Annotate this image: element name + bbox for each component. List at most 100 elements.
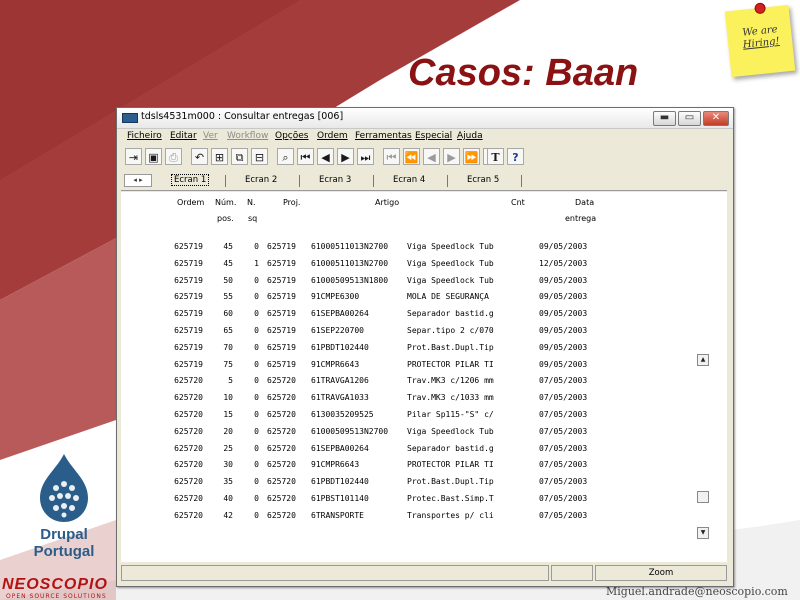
menu-especial[interactable]: Especial: [415, 131, 452, 141]
find-icon[interactable]: ⌕: [277, 148, 294, 165]
menu-ferramentas[interactable]: Ferramentas: [355, 131, 412, 141]
table-row[interactable]: 625719 65 0 625719 61SEP220700 Separ.tipo 2 c…: [121, 326, 601, 340]
minimize-button[interactable]: ▬: [653, 111, 676, 126]
cell-artigo-desc: PROTECTOR PILAR TI: [407, 359, 494, 369]
cell-artigo-code: 61PBDT102440: [311, 342, 369, 352]
cell-artigo-desc: Transportes p/ cli: [407, 510, 494, 520]
tree2-icon[interactable]: ⊟: [251, 148, 268, 165]
tab-separator: [225, 175, 226, 187]
tab-ecran-4[interactable]: Ecran 4: [393, 175, 425, 185]
cell-n-sq: 0: [254, 326, 259, 335]
menu-editar[interactable]: Editar: [170, 131, 197, 141]
table-row[interactable]: 625720 15 0 625720 6130035209525 Pilar Sp115-…: [121, 410, 601, 424]
zoom-button[interactable]: Zoom: [595, 565, 727, 581]
col-header-artigo: Artigo: [375, 198, 400, 207]
cell-artigo-desc: Viga Speedlock Tub: [407, 242, 494, 251]
first-set-icon[interactable]: ⏮: [383, 148, 400, 165]
menu-workflow[interactable]: Workflow: [227, 131, 268, 141]
menu-ordem[interactable]: Ordem: [317, 131, 348, 141]
maximize-button[interactable]: ▭: [678, 111, 701, 126]
cell-n-sq: 0: [254, 510, 259, 520]
cell-data-entrega: 09/05/2003: [539, 292, 588, 302]
cell-data-entrega: 09/05/2003: [539, 359, 588, 369]
text-icon[interactable]: T: [487, 148, 504, 165]
cell-proj: 625719: [267, 342, 296, 352]
last-record-icon[interactable]: ⏭: [357, 148, 374, 165]
table-row[interactable]: 625719 45 0 625719 61000511013N2700 Viga Spee…: [121, 242, 601, 256]
pushpin-icon: [754, 2, 767, 15]
cell-proj: 625720: [267, 376, 296, 386]
window-title: tdsls4531m000 : Consultar entregas [006]: [141, 111, 344, 122]
cell-artigo-desc: Protec.Bast.Simp.T: [407, 494, 494, 503]
scroll-up-button[interactable]: ▲: [697, 354, 709, 366]
cell-n-sq: 0: [254, 426, 259, 436]
table-row[interactable]: 625720 10 0 625720 61TRAVGA1033 Trav.MK3 c/10…: [121, 393, 601, 407]
table-row[interactable]: 625719 45 1 625719 61000511013N2700 Viga Spee…: [121, 259, 601, 273]
exit-icon[interactable]: ⇥: [125, 148, 142, 165]
undo-icon[interactable]: ↶: [191, 148, 208, 165]
tab-ecran-2[interactable]: Ecran 2: [245, 175, 277, 185]
tab-separator: [373, 175, 374, 187]
scroll-thumb[interactable]: [697, 491, 709, 503]
window-titlebar[interactable]: tdsls4531m000 : Consultar entregas [006]…: [117, 108, 733, 129]
table-row[interactable]: 625720 5 0 625720 61TRAVGA1206 Trav.MK3 c/120…: [121, 376, 601, 390]
tab-ecran-5[interactable]: Ecran 5: [467, 175, 499, 185]
print-icon[interactable]: ⎙: [165, 148, 182, 165]
cell-artigo-code: 61000511013N2700: [311, 242, 389, 251]
cell-artigo-desc: Prot.Bast.Dupl.Tip: [407, 477, 494, 487]
cell-n-sq: 0: [254, 443, 259, 453]
table-row[interactable]: 625719 75 0 625719 91CMPR6643 PROTECTOR PILAR…: [121, 360, 601, 374]
cell-artigo-code: 61SEP220700: [311, 326, 364, 335]
cell-num-pos: 20: [223, 426, 233, 436]
cell-ordem: 625720: [174, 510, 203, 520]
cell-n-sq: 0: [254, 359, 259, 369]
table-row[interactable]: 625720 30 0 625720 91CMPR6643 PROTECTOR PILAR…: [121, 460, 601, 474]
tree-icon[interactable]: ⊞: [211, 148, 228, 165]
cell-n-sq: 0: [254, 292, 259, 302]
cell-data-entrega: 07/05/2003: [539, 426, 588, 436]
cell-artigo-desc: Separ.tipo 2 c/070: [407, 326, 494, 335]
tab-ecran-3[interactable]: Ecran 3: [319, 175, 351, 185]
neoscopio-logo: NEOSCOPIO: [2, 576, 108, 593]
help-icon[interactable]: ?: [507, 148, 524, 165]
table-row[interactable]: 625720 40 0 625720 61PBST101140 Protec.Bast.S…: [121, 494, 601, 508]
table-row[interactable]: 625720 20 0 625720 61000509513N2700 Viga Spee…: [121, 427, 601, 441]
save-icon[interactable]: ▣: [145, 148, 162, 165]
next-set-icon[interactable]: ⏩: [463, 148, 480, 165]
status-bar: Zoom: [121, 565, 727, 581]
scroll-down-button[interactable]: ▼: [697, 527, 709, 539]
cell-artigo-desc: Viga Speedlock Tub: [407, 275, 494, 285]
copy-icon[interactable]: ⧉: [231, 148, 248, 165]
toolbar: ⇥ ▣ ⎙ ↶ ⊞ ⧉ ⊟ ⌕ ⏮ ◀ ▶ ⏭ ⏮ ⏪ ◀ ▶ ⏩ ⏭ T ?: [121, 146, 729, 168]
tab-ecran-1[interactable]: Ecran 1: [171, 174, 210, 186]
next-record-icon[interactable]: ▶: [337, 148, 354, 165]
menu-ver[interactable]: Ver: [203, 131, 218, 141]
cell-proj: 625719: [267, 242, 296, 251]
table-row[interactable]: 625719 60 0 625719 61SEPBA00264 Separador bas…: [121, 309, 601, 323]
tab-scroll-arrows[interactable]: ◂ ▸: [124, 174, 152, 187]
table-row[interactable]: 625719 70 0 625719 61PBDT102440 Prot.Bast.Dup…: [121, 343, 601, 357]
table-row[interactable]: 625719 55 0 625719 91CMPE6300 MOLA DE SEGURAN…: [121, 292, 601, 306]
next-page-icon[interactable]: ▶: [443, 148, 460, 165]
neoscopio-tagline: OPEN SOURCE SOLUTIONS: [6, 593, 107, 600]
prev-record-icon[interactable]: ◀: [317, 148, 334, 165]
table-row[interactable]: 625719 50 0 625719 61000509513N1800 Viga Spee…: [121, 276, 601, 290]
close-button[interactable]: ✕: [703, 111, 729, 126]
cell-ordem: 625719: [174, 292, 203, 302]
cell-n-sq: 0: [254, 410, 259, 419]
prev-set-icon[interactable]: ⏪: [403, 148, 420, 165]
cell-proj: 625720: [267, 393, 296, 403]
cell-artigo-code: 61TRAVGA1033: [311, 393, 369, 403]
menu-opcoes[interactable]: Opções: [275, 131, 308, 141]
menu-ficheiro[interactable]: Ficheiro: [127, 131, 162, 141]
menu-ajuda[interactable]: Ajuda: [457, 131, 483, 141]
cell-artigo-code: 61000511013N2700: [311, 258, 389, 268]
table-row[interactable]: 625720 42 0 625720 6TRANSPORTE Transportes p/…: [121, 511, 601, 525]
prev-page-icon[interactable]: ◀: [423, 148, 440, 165]
cell-artigo-desc: Pilar Sp115-"S" c/: [407, 410, 494, 419]
table-row[interactable]: 625720 35 0 625720 61PBDT102440 Prot.Bast.Dup…: [121, 477, 601, 491]
table-row[interactable]: 625720 25 0 625720 61SEPBA00264 Separador bas…: [121, 444, 601, 458]
first-record-icon[interactable]: ⏮: [297, 148, 314, 165]
cell-n-sq: 1: [254, 258, 259, 268]
menu-bar: Ficheiro Editar Ver Workflow Opções Orde…: [117, 129, 733, 144]
